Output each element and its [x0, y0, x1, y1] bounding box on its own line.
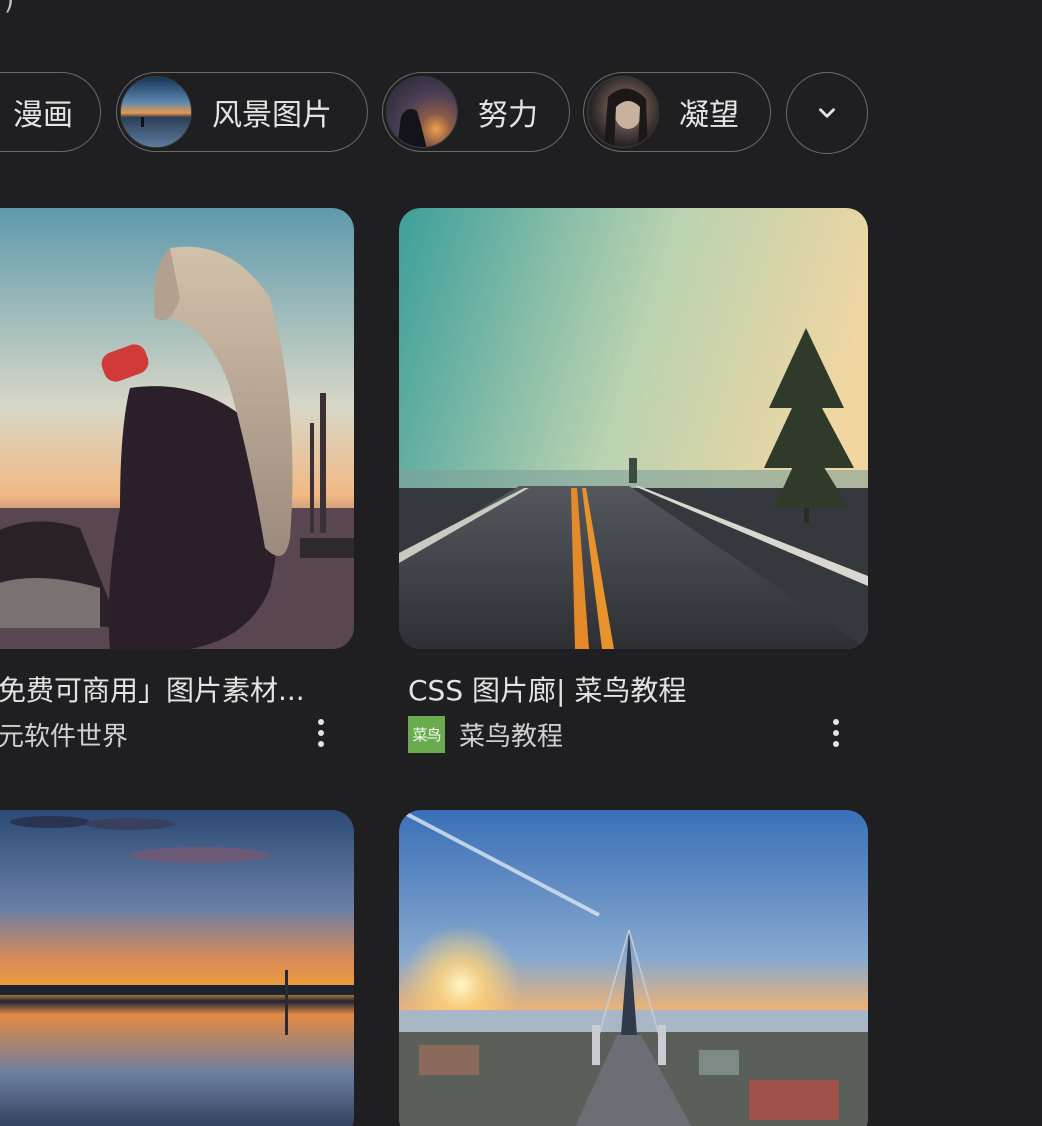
chip-manhua[interactable]: 漫画 [0, 72, 101, 152]
chip-nuli[interactable]: 努力 [382, 72, 570, 152]
image-search-results: ) 漫画 风景图片 努力 凝望 免费可商用」图片素材... 元软件世界 CSS … [0, 0, 1042, 1126]
chip-ningwang[interactable]: 凝望 [583, 72, 771, 152]
result-image-3[interactable] [0, 810, 354, 1126]
chips-expand-button[interactable] [786, 72, 868, 154]
site-favicon-icon: 菜鸟 [408, 716, 445, 753]
chip-label: 努力 [478, 98, 538, 133]
chip-thumbnail [120, 76, 192, 148]
more-vert-icon[interactable] [306, 713, 336, 753]
more-vert-icon[interactable] [821, 713, 851, 753]
chip-label: 漫画 [13, 98, 73, 133]
chevron-down-icon [819, 108, 835, 118]
chip-fengjing[interactable]: 风景图片 [116, 72, 368, 152]
chip-label: 风景图片 [212, 98, 332, 133]
result-image-2[interactable] [399, 208, 868, 649]
chip-thumbnail [587, 76, 659, 148]
result-image-4[interactable] [399, 810, 868, 1126]
result-image-1[interactable] [0, 208, 354, 649]
result-source-2[interactable]: 菜鸟教程 [459, 716, 563, 753]
result-title-1[interactable]: 免费可商用」图片素材... [0, 669, 348, 709]
chip-thumbnail [386, 76, 458, 148]
chip-label: 凝望 [679, 98, 739, 133]
result-title-2[interactable]: CSS 图片廊| 菜鸟教程 [408, 669, 848, 709]
truncated-text-fragment: ) [4, 0, 15, 16]
result-source-1[interactable]: 元软件世界 [0, 716, 128, 753]
